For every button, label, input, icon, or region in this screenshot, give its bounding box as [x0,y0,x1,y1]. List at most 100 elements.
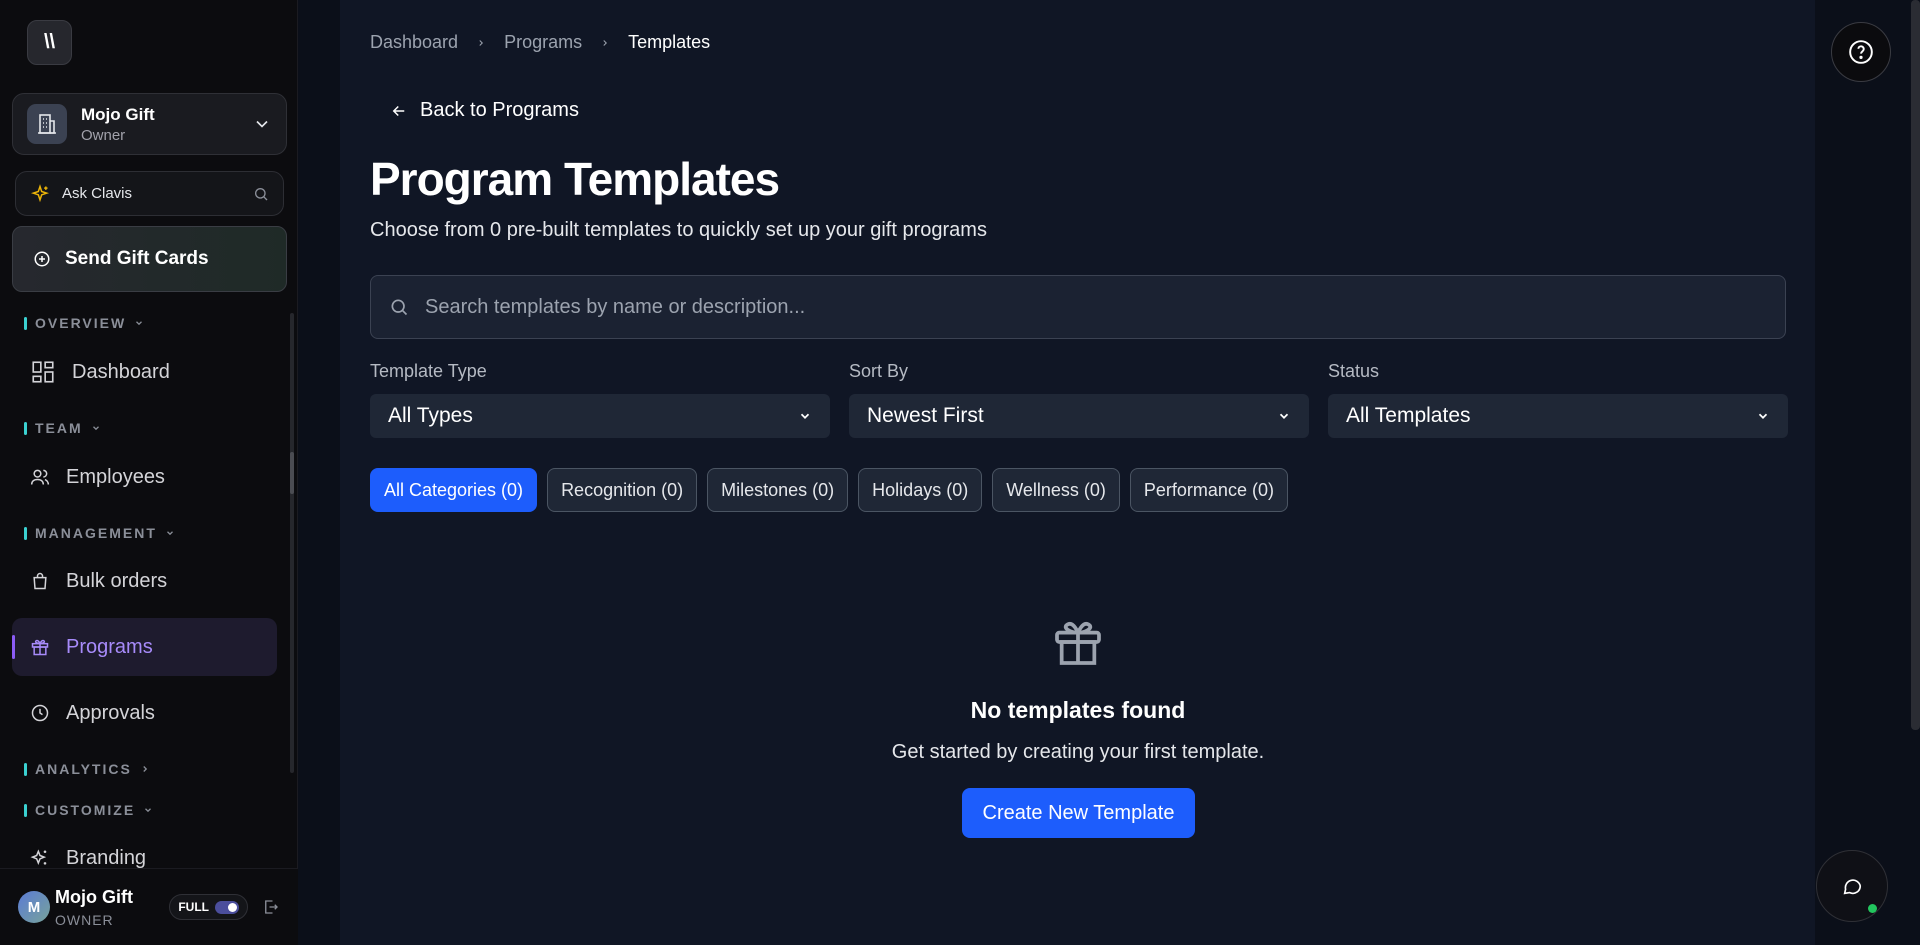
section-marker [24,762,27,776]
category-chip-recognition[interactable]: Recognition (0) [547,468,698,512]
sidebar-scrollbar[interactable] [290,313,294,773]
chevron-right-icon [603,39,608,46]
sidebar-item-employees[interactable]: Employees [12,448,277,506]
back-label: Back to Programs [420,99,579,121]
template-type-select[interactable]: All Types [370,394,830,438]
section-team[interactable]: TEAM [24,420,101,436]
sidebar: \\ Mojo Gift Owner Ask Clavis Send Gift … [0,0,298,945]
sidebar-item-approvals[interactable]: Approvals [12,684,277,742]
org-switcher[interactable]: Mojo Gift Owner [12,93,287,155]
chevron-down-icon [800,413,810,419]
org-role: Owner [81,126,126,144]
breadcrumb-programs[interactable]: Programs [504,32,582,53]
sidebar-item-label: Programs [66,635,153,658]
category-chip-all[interactable]: All Categories (0) [370,468,538,512]
status-value: All Templates [1346,404,1471,427]
search-icon [254,187,268,200]
online-indicator [1868,904,1877,913]
chat-button[interactable] [1816,850,1888,922]
section-overview[interactable]: OVERVIEW [24,315,144,331]
ask-clavis-label: Ask Clavis [62,185,133,202]
chevron-right-icon [479,39,484,46]
template-search [370,275,1786,339]
app-logo[interactable]: \\ [27,20,72,65]
category-chip-wellness[interactable]: Wellness (0) [992,468,1120,512]
chevron-down-icon [136,321,143,326]
chevron-down-icon [166,531,173,536]
user-name: Mojo Gift [55,886,133,907]
section-analytics[interactable]: ANALYTICS [24,761,150,777]
section-management[interactable]: MANAGEMENT [24,525,175,541]
sparkle-icon [30,183,50,202]
page-scrollbar[interactable] [1911,0,1920,730]
section-team-label: TEAM [35,420,83,436]
help-button[interactable] [1831,22,1891,82]
org-name: Mojo Gift [81,104,155,124]
toggle-switch [215,900,239,914]
breadcrumb: Dashboard Programs Templates [370,32,710,53]
chevron-down-icon [92,426,99,431]
sparkles-icon [30,849,47,866]
plus-circle-icon [34,251,50,267]
empty-state-title: No templates found [970,697,1186,723]
category-chip-milestones[interactable]: Milestones (0) [707,468,849,512]
section-customize-label: CUSTOMIZE [35,802,136,818]
section-overview-label: OVERVIEW [35,315,127,331]
mode-toggle[interactable]: FULL [169,894,248,920]
category-chip-holidays[interactable]: Holidays (0) [858,468,983,512]
sidebar-item-label: Bulk orders [66,569,168,592]
breadcrumb-dashboard[interactable]: Dashboard [370,32,458,53]
shopping-bag-icon [33,572,47,590]
ask-clavis-search[interactable]: Ask Clavis [15,171,284,216]
arrow-left-icon [392,105,405,116]
sidebar-item-programs[interactable]: Programs [12,618,277,676]
user-footer: M Mojo Gift OWNER FULL [0,868,298,945]
chevron-down-icon [1758,413,1768,419]
status-select[interactable]: All Templates [1328,394,1788,438]
section-marker [24,526,27,540]
sidebar-item-label: Branding [66,846,147,869]
sidebar-scroll-thumb[interactable] [290,452,294,494]
sidebar-item-label: Employees [66,465,165,488]
section-marker [24,421,27,435]
section-analytics-label: ANALYTICS [35,761,132,777]
sort-by-value: Newest First [867,404,984,427]
sort-by-label: Sort By [849,361,909,381]
building-icon [27,104,67,144]
gift-icon [1055,622,1101,665]
main-content: Dashboard Programs Templates Back to Pro… [340,0,1815,945]
search-icon [391,299,408,316]
mode-label: FULL [178,900,209,914]
dashboard-icon [32,361,54,383]
chevron-right-icon [143,766,147,772]
status-label: Status [1328,361,1380,381]
create-new-template-button[interactable]: Create New Template [962,788,1195,838]
logout-icon[interactable] [262,898,280,916]
template-type-value: All Types [388,404,473,427]
search-input[interactable] [425,295,1767,319]
sidebar-item-label: Dashboard [72,360,170,383]
back-to-programs-link[interactable]: Back to Programs [390,99,579,122]
sidebar-item-dashboard[interactable]: Dashboard [12,343,277,401]
section-management-label: MANAGEMENT [35,525,157,541]
template-type-label: Template Type [370,361,487,381]
user-role: OWNER [55,911,114,928]
breadcrumb-templates: Templates [628,32,711,52]
sidebar-item-bulk-orders[interactable]: Bulk orders [12,552,277,610]
avatar[interactable]: M [18,891,50,923]
category-filters: All Categories (0) Recognition (0) Miles… [370,468,1288,512]
page-subtitle: Choose from 0 pre-built templates to qui… [370,219,987,241]
clock-icon [31,704,49,722]
page-title: Program Templates [370,153,780,205]
chevron-down-icon [256,120,268,128]
chevron-down-icon [145,808,152,813]
empty-state-subtitle: Get started by creating your first templ… [891,741,1265,763]
users-icon [30,469,50,485]
logo-mark: \\ [43,31,56,53]
sort-by-select[interactable]: Newest First [849,394,1309,438]
chevron-down-icon [1279,413,1289,419]
category-chip-performance[interactable]: Performance (0) [1129,468,1288,512]
send-gift-cards-button[interactable]: Send Gift Cards [12,226,287,292]
chat-bubble-icon [1843,879,1862,895]
section-customize[interactable]: CUSTOMIZE [24,802,153,818]
